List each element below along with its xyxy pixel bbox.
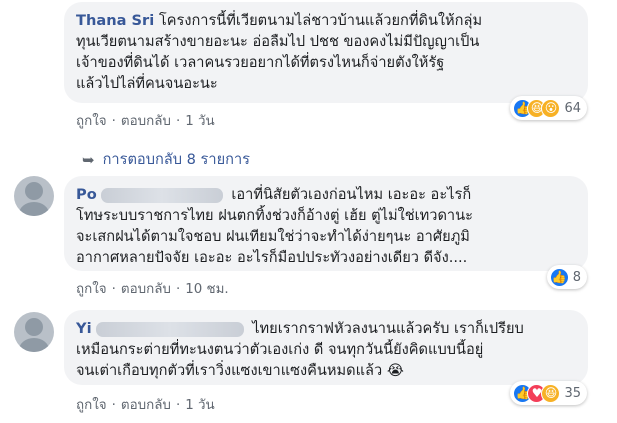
comment-text: โครงการนี้ที่เวียตนามไล่ชาวบ้านแล้วยกที่… (158, 12, 483, 29)
like-link[interactable]: ถูกใจ (76, 282, 107, 297)
replies-label: การตอบกลับ 8 รายการ (102, 151, 251, 168)
comment-text-line-2: ทุนเวียตนามสร้างขายอะนะ อ่อลืมไป ปชช ของ… (76, 33, 480, 50)
comment-text-line-1: Yi ไทยเรากราฟหัวลงนานแล้วครับ เราก็เปรีย… (76, 318, 576, 339)
haha-icon: 😆 (541, 383, 561, 403)
comment-actions: ถูกใจ · ตอบกลับ · 10 ชม. (76, 282, 229, 297)
reply-link[interactable]: ตอบกลับ (121, 282, 171, 297)
commenter-name[interactable]: Thana Sri (76, 12, 154, 29)
comment-bubble: Yi ไทยเรากราฟหัวลงนานแล้วครับ เราก็เปรีย… (64, 310, 588, 385)
timestamp[interactable]: 10 ชม. (185, 282, 228, 297)
commenter-name[interactable]: Yi (76, 320, 248, 337)
reaction-count: 8 (572, 269, 581, 285)
comment-text-line-1: Thana Sri โครงการนี้ที่เวียตนามไล่ชาวบ้า… (76, 10, 576, 31)
wow-icon: 😮 (541, 98, 561, 118)
comment-text: จนเต่าเกือบทุกตัวที่เราวิ่งแซงเขาแซงคืนห… (76, 362, 383, 379)
reaction-summary[interactable]: 👍 😆 😮 64 (510, 96, 587, 120)
like-link[interactable]: ถูกใจ (76, 398, 107, 413)
comment-text-line-2: เหมือนกระต่ายที่ทะนงตนว่าตัวเองเก่ง ดี จ… (76, 341, 484, 358)
comment-text-line-3: จนเต่าเกือบทุกตัวที่เราวิ่งแซงเขาแซงคืนห… (76, 360, 576, 381)
comment-bubble: Thana Sri โครงการนี้ที่เวียตนามไล่ชาวบ้า… (64, 2, 588, 103)
avatar[interactable] (14, 176, 54, 216)
view-replies-link[interactable]: ➥ การตอบกลับ 8 รายการ (82, 148, 250, 171)
reply-link[interactable]: ตอบกลับ (121, 398, 171, 413)
reply-link[interactable]: ตอบกลับ (121, 114, 171, 129)
comment-text-line-1: Po เอาที่นิสัยตัวเองก่อนไหม เอะอะ อะไรก็ (76, 184, 576, 205)
like-icon: 👍 (549, 267, 569, 287)
blurred-name (100, 187, 223, 203)
comment-bubble: Po เอาที่นิสัยตัวเองก่อนไหม เอะอะ อะไรก็… (64, 176, 588, 271)
avatar[interactable] (14, 312, 54, 352)
comment-text-line-4: แล้วไปไล่ที่คนจนอะนะ (76, 75, 218, 92)
commenter-name[interactable]: Po (76, 186, 227, 203)
like-link[interactable]: ถูกใจ (76, 114, 107, 129)
reaction-count: 35 (564, 385, 581, 401)
reply-arrow-icon: ➥ (82, 150, 95, 169)
blurred-name (95, 321, 244, 337)
comment-text-line-3: จะเสกฝนได้ตามใจชอบ ฝนเทียมใช่ว่าจะทำได้ง… (76, 228, 470, 245)
crying-emoji-icon: 😭 (386, 362, 404, 379)
comment-text-line-2: โทษระบบราชการไทย ฝนตกทิ้งช่วงก็อ้างตู่ เ… (76, 207, 473, 224)
reaction-count: 64 (564, 100, 581, 116)
reaction-summary[interactable]: 👍 ♥ 😆 35 (510, 381, 587, 405)
timestamp[interactable]: 1 วัน (185, 114, 214, 129)
comment-text-line-3: เจ้าของที่ดินได้ เวลาคนรวยอยากได้ที่ตรงไ… (76, 54, 445, 71)
timestamp[interactable]: 1 วัน (185, 398, 214, 413)
comment-actions: ถูกใจ · ตอบกลับ · 1 วัน (76, 398, 215, 413)
comment-text: ไทยเรากราฟหัวลงนานแล้วครับ เราก็เปรียบ (252, 320, 524, 337)
reaction-summary[interactable]: 👍 8 (546, 265, 587, 289)
comment-text-line-4: อากาศหลายปัจจัย เอะอะ อะไรก็มือปประทัวงอ… (76, 249, 468, 266)
comment-text: เอาที่นิสัยตัวเองก่อนไหม เอะอะ อะไรก็ (231, 186, 472, 203)
comment-actions: ถูกใจ · ตอบกลับ · 1 วัน (76, 114, 215, 129)
